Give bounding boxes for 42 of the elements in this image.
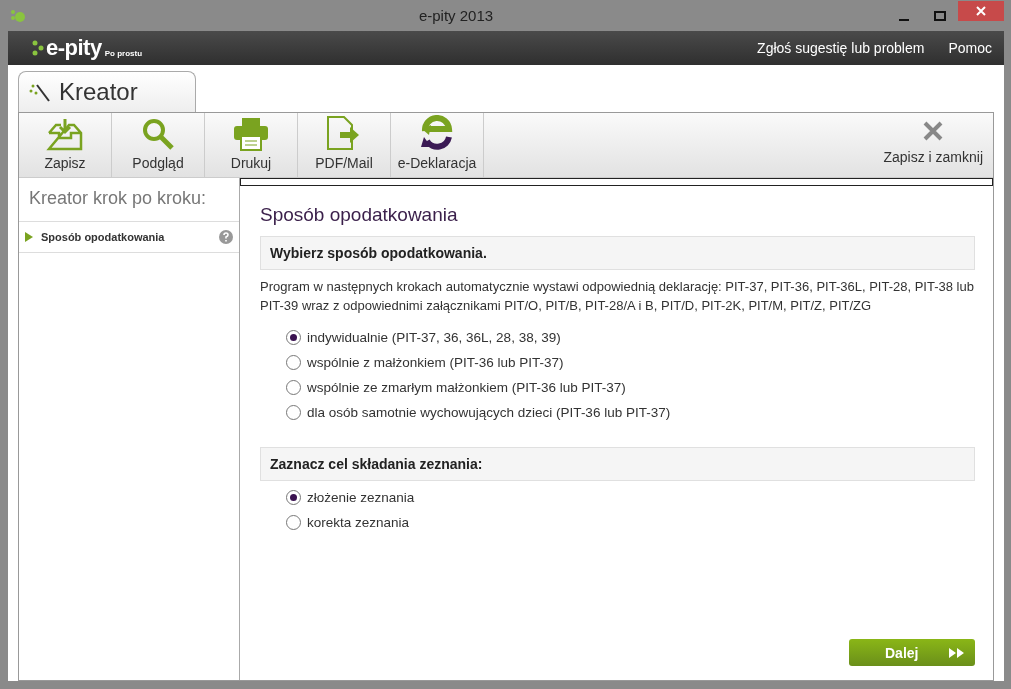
radio-button[interactable] (286, 380, 301, 395)
radio-label: wspólnie z małżonkiem (PIT-36 lub PIT-37) (307, 355, 564, 370)
inbox-download-icon (46, 117, 84, 151)
page-title: Sposób opodatkowania (260, 204, 459, 226)
section-heading: Wybierz sposób opodatkowania. (260, 236, 975, 270)
printer-icon (233, 117, 269, 151)
section-heading: Zaznacz cel składania zeznania: (260, 447, 975, 481)
radio-button[interactable] (286, 490, 301, 505)
e-circular-arrows-icon (419, 115, 455, 151)
description-text: Program w następnych krokach automatycznie wystawi odpowiednią deklarację: PIT-37, PIT-36, PIT-36L, PIT-28, PIT-38 lub PIT-39 wraz z odpowiednimi załącznikami PIT/O, PIT/B, PIT-28/A i B, PIT/D, PIT-2K, PIT/M, PIT/Z, PIT/ZG (260, 278, 975, 315)
toolbar-button[interactable]: Zapisz (19, 113, 112, 177)
radio-label: indywidualnie (PIT-37, 36, 36L, 28, 38, 39) (307, 330, 561, 345)
radio-button[interactable] (286, 355, 301, 370)
save-close-button[interactable]: Zapisz i zamknij (873, 113, 993, 177)
radio-label: złożenie zeznania (307, 490, 415, 505)
close-button[interactable] (958, 1, 1004, 21)
kreator-tab[interactable]: Kreator (18, 71, 196, 112)
radio-label: wspólnie ze zmarłym małżonkiem (PIT-36 lub PIT-37) (307, 380, 626, 395)
sidebar-item-label: Sposób opodatkowania (41, 231, 166, 243)
logo-text: e-pity (46, 35, 102, 61)
help-icon[interactable] (219, 230, 233, 244)
logo-tagline: Po prostu (104, 48, 143, 58)
radio-button[interactable] (286, 330, 301, 345)
radio-label: korekta zeznania (307, 515, 410, 530)
close-icon (923, 121, 944, 141)
dots-icon (32, 40, 46, 56)
radio-button[interactable] (286, 405, 301, 420)
toolbar-button[interactable]: Podgląd (112, 113, 205, 177)
window-title: e-pity 2013 (417, 7, 495, 24)
app-icon (10, 8, 26, 23)
toolbar-button[interactable]: e-Deklaracja (391, 113, 484, 177)
search-icon (141, 117, 175, 151)
tab-label: Kreator (59, 78, 138, 106)
double-arrow-icon (949, 647, 965, 658)
header-link[interactable]: Zgłoś sugestię lub problem (757, 40, 925, 56)
radio-button[interactable] (286, 515, 301, 530)
header-link[interactable]: Pomoc (948, 40, 992, 56)
triangle-icon (25, 232, 33, 242)
close-icon (976, 6, 986, 16)
toolbar-button[interactable]: Drukuj (205, 113, 298, 177)
radio-label: dla osób samotnie wychowujących dzieci (PIT-36 lub PIT-37) (307, 405, 671, 420)
toolbar-button[interactable]: PDF/Mail (298, 113, 391, 177)
